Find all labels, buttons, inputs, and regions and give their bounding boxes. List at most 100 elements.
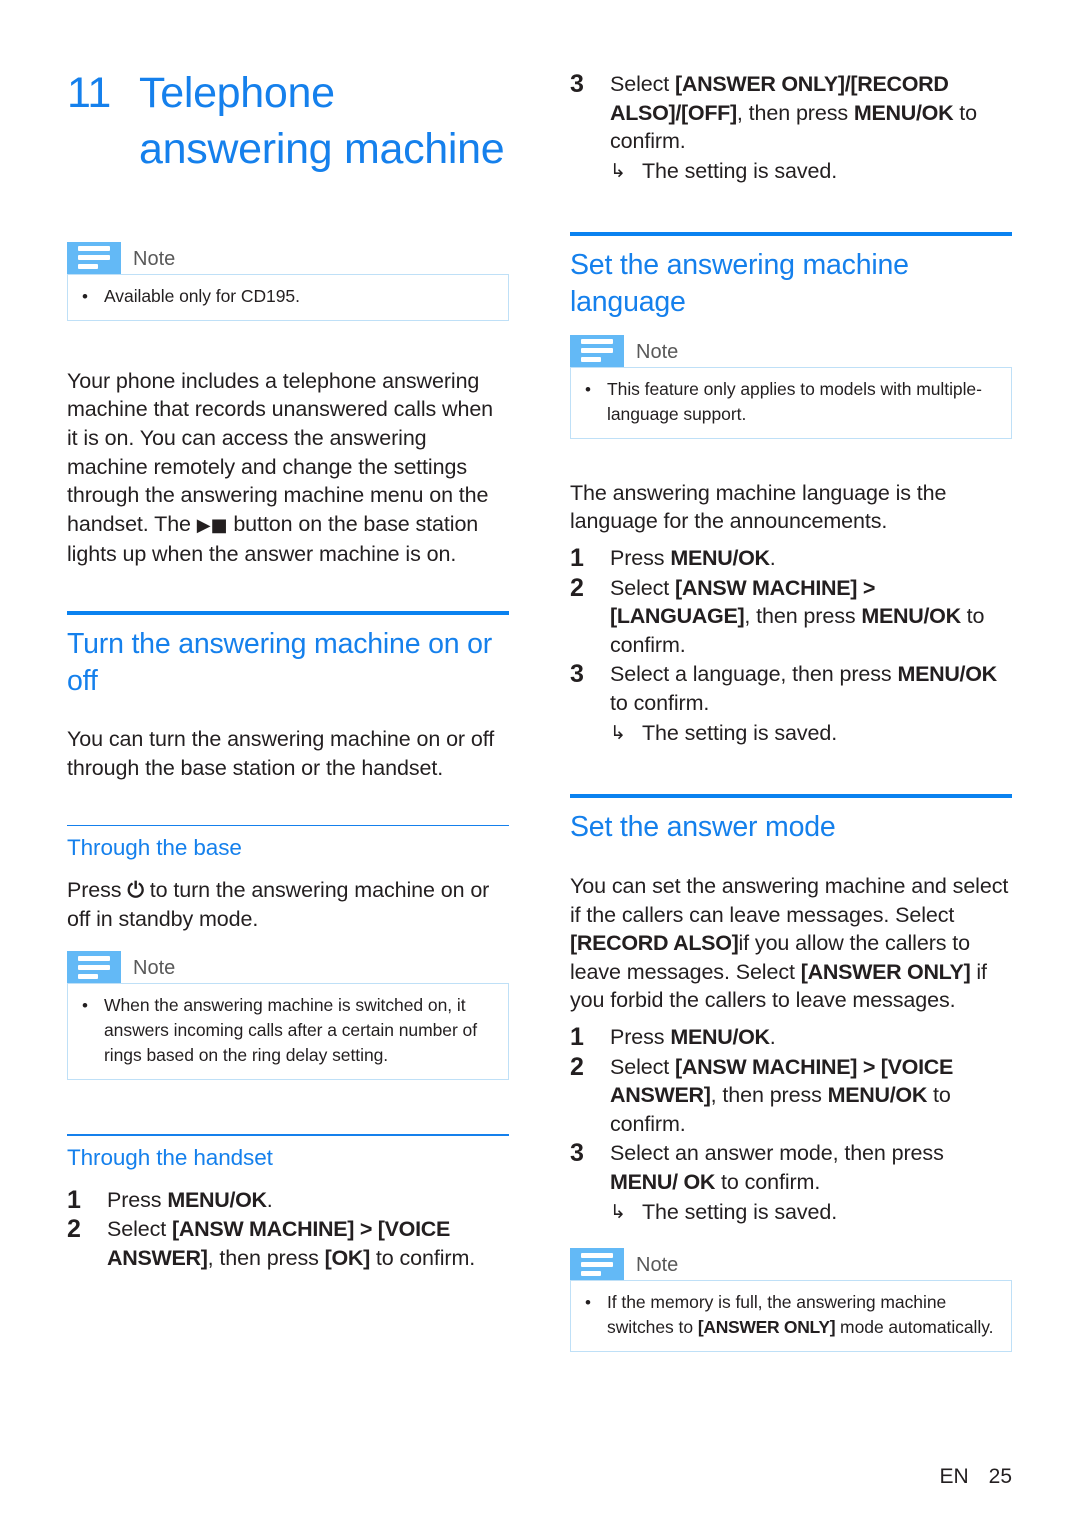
step-text-tail: , then press: [744, 604, 862, 629]
note-header: Note: [67, 951, 509, 984]
note-item: • When the answering machine is switched…: [82, 993, 494, 1068]
step-text-a: Press: [610, 546, 671, 571]
step-item: 2 Select [ANSW MACHINE] > [VOICE ANSWER]…: [570, 1053, 1012, 1139]
step-item: 3 Select a language, then press MENU/OK …: [570, 660, 1012, 747]
step-text-bold: MENU/OK: [897, 662, 997, 687]
intro-paragraph: Your phone includes a telephone answerin…: [67, 367, 509, 569]
step-text-a: Select: [610, 72, 676, 96]
note-item: • Available only for CD195.: [82, 284, 494, 309]
footer-page-number: 25: [988, 1465, 1012, 1488]
bullet-icon: •: [585, 1293, 591, 1313]
document-page: 11 Telephone answering machine Note • Av…: [0, 0, 1080, 1527]
heading-turn-on-off: Turn the answering machine on or off: [67, 627, 493, 697]
note-item: • If the memory is full, the answering m…: [585, 1290, 997, 1340]
chapter-title: 11 Telephone answering machine: [67, 66, 509, 178]
bullet-icon: •: [82, 286, 88, 306]
step-number: 3: [570, 1139, 584, 1168]
step-item: 2 Select [ANSW MACHINE] > [LANGUAGE], th…: [570, 574, 1012, 660]
step-item: 1 Press MENU/OK.: [67, 1186, 509, 1215]
step-text-a: Select: [610, 1054, 676, 1079]
note-box-memory-full: Note • If the memory is full, the answer…: [570, 1248, 1012, 1353]
note-body: • This feature only applies to models wi…: [570, 366, 1012, 439]
step-text-a: Select an answer mode, then press: [610, 1141, 944, 1166]
through-base-text-a: Press: [67, 878, 128, 903]
note-text-bold: [ANSWER ONLY]: [697, 1317, 836, 1338]
step-text-bold2: MENU/OK: [827, 1083, 928, 1108]
step-text-tail: , then press: [710, 1083, 828, 1108]
language-steps: 1 Press MENU/OK. 2 Select [ANSW MACHINE]…: [570, 544, 1012, 747]
note-icon: [570, 334, 624, 367]
subheading-rule: [67, 824, 509, 827]
heading-rule: [67, 610, 509, 615]
heading-set-answer-mode: Set the answer mode: [570, 811, 836, 844]
step-text: Select an answer mode, then press MENU/ …: [610, 1139, 1012, 1226]
step-text-a: Select: [610, 575, 676, 600]
step-text-bold2: MENU/OK: [853, 100, 954, 125]
step-text-bold2: [OK]: [324, 1246, 371, 1271]
step-text-bold: MENU/OK: [670, 1024, 770, 1049]
page-footer: EN 25: [939, 1465, 1012, 1489]
substep-text: The setting is saved.: [642, 720, 838, 745]
note-body: • When the answering machine is switched…: [67, 983, 509, 1081]
substep-item: ↳ The setting is saved.: [610, 719, 1012, 748]
note-body: • Available only for CD195.: [67, 273, 509, 321]
step-text: Select a language, then press MENU/OK to…: [610, 660, 1012, 747]
note-label: Note: [133, 957, 176, 980]
chapter-title-text: Telephone answering machine: [139, 69, 505, 173]
hook-arrow-icon: ↳: [610, 159, 626, 182]
power-icon: ⏻: [127, 878, 144, 903]
note-text-b: mode automatically.: [835, 1317, 994, 1338]
heading-rule: [570, 794, 1012, 799]
note-header: Note: [570, 1248, 1012, 1281]
right-column: 3 Select [ANSWER ONLY]/[RECORD ALSO]/[OF…: [570, 0, 1012, 1527]
step-number: 1: [570, 1022, 584, 1051]
step-number: 1: [67, 1185, 81, 1214]
intro-text-a: Your phone includes a telephone answerin…: [67, 368, 494, 536]
step-text-bold2: MENU/OK: [861, 604, 961, 629]
heading-set-language: Set the answering machine language: [570, 249, 909, 319]
heading-rule: [570, 232, 1012, 237]
note-label: Note: [133, 247, 176, 270]
step-text-tail: , then press: [207, 1246, 325, 1271]
step-number: 1: [570, 544, 584, 573]
step-text: Press MENU/OK.: [610, 1023, 1012, 1052]
left-column: 11 Telephone answering machine Note • Av…: [67, 0, 509, 1527]
note-header: Note: [570, 334, 1012, 367]
step-text-tail: to confirm.: [610, 691, 710, 716]
note-item-text: This feature only applies to models with…: [607, 378, 982, 424]
step-item: 3 Select [ANSWER ONLY]/[RECORD ALSO]/[OF…: [570, 70, 1012, 185]
step-text-a: Press: [610, 1024, 671, 1049]
note-icon: [570, 1248, 624, 1281]
language-paragraph: The answering machine language is the la…: [570, 480, 947, 534]
step-text: Press MENU/OK.: [610, 544, 1012, 573]
answer-mode-steps: 1 Press MENU/OK. 2 Select [ANSW MACHINE]…: [570, 1023, 1012, 1226]
answer-mode-bold-1: [RECORD ALSO]: [570, 931, 739, 956]
bullet-icon: •: [585, 379, 591, 399]
step-item: 1 Press MENU/OK.: [570, 544, 1012, 573]
step-text: Select [ANSWER ONLY]/[RECORD ALSO]/[OFF]…: [610, 70, 1012, 185]
step-text-tail: , then press: [736, 100, 854, 125]
step-text-a: Press: [107, 1187, 168, 1212]
step-number: 2: [67, 1215, 81, 1244]
step-text: Press MENU/OK.: [107, 1186, 509, 1215]
note-label: Note: [636, 340, 679, 363]
continued-steps: 3 Select [ANSWER ONLY]/[RECORD ALSO]/[OF…: [570, 70, 1012, 185]
note-item-text: Available only for CD195.: [104, 285, 300, 306]
step-text-a: Select a language, then press: [610, 662, 898, 687]
step-item: 2 Select [ANSW MACHINE] > [VOICE ANSWER]…: [67, 1215, 509, 1272]
note-box-switched-on: Note • When the answering machine is swi…: [67, 951, 509, 1081]
substep-text: The setting is saved.: [642, 1199, 838, 1224]
step-text-bold: MENU/OK: [167, 1187, 267, 1212]
through-base-paragraph: Press ⏻ to turn the answering machine on…: [67, 876, 509, 933]
step-text-tail: to confirm.: [715, 1169, 821, 1194]
subheading-rule: [67, 1134, 509, 1136]
substep-text: The setting is saved.: [642, 158, 838, 183]
footer-language: EN: [939, 1465, 969, 1488]
step-text-bold: MENU/ OK: [610, 1169, 716, 1194]
handset-steps: 1 Press MENU/OK. 2 Select [ANSW MACHINE]…: [67, 1186, 509, 1273]
note-header: Note: [67, 241, 509, 274]
step-text-tail: .: [266, 1187, 273, 1212]
play-stop-icon: ▶■: [196, 514, 228, 536]
step-text-bold: MENU/OK: [670, 546, 770, 571]
hook-arrow-icon: ↳: [610, 1200, 626, 1223]
